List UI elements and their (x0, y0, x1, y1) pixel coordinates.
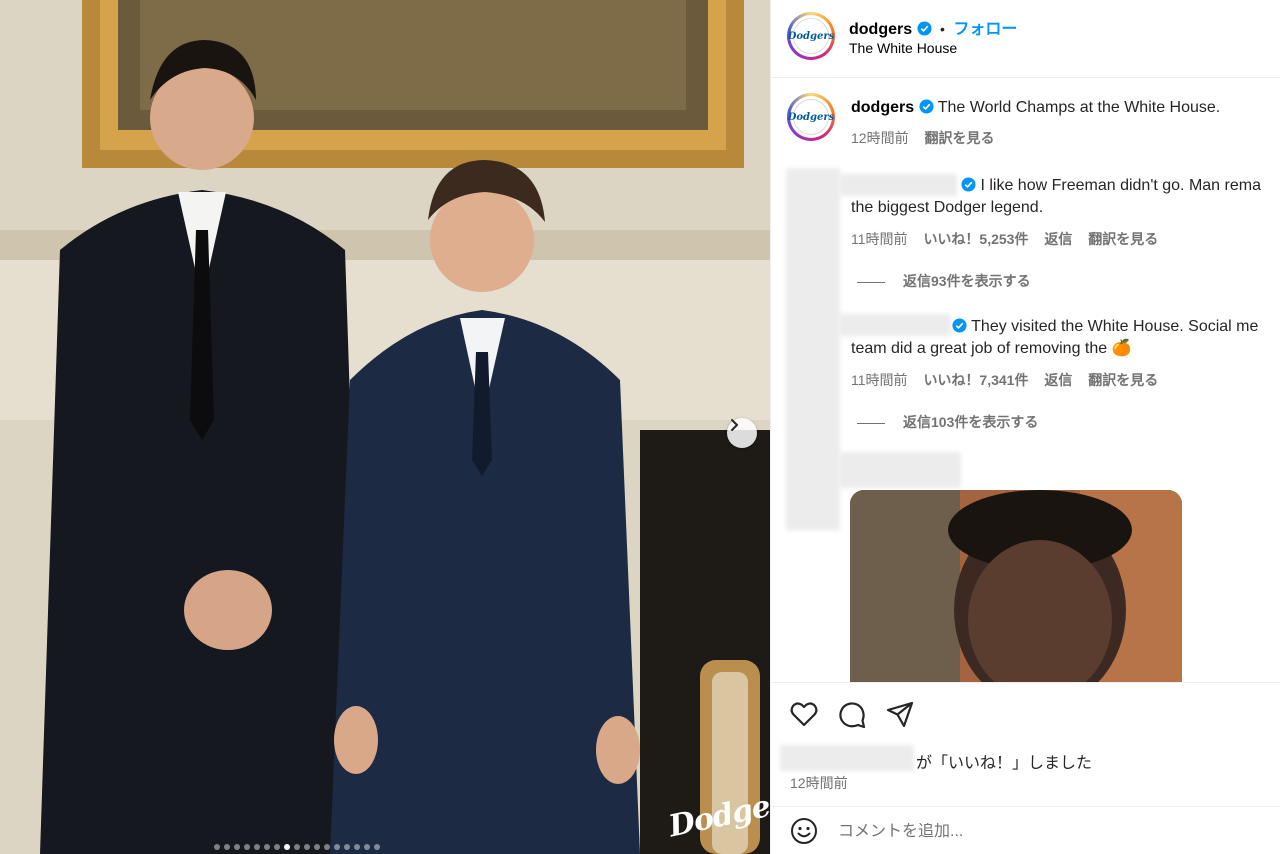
avatar[interactable]: Dodgers (787, 12, 835, 60)
slide-dot (324, 844, 330, 850)
verified-badge-icon (917, 21, 932, 36)
comment-1-likes[interactable]: いいね！5,253件 (923, 231, 1028, 247)
verified-badge-icon (961, 177, 976, 192)
post-photo: Dodgers (0, 0, 770, 854)
blurred-username (839, 452, 961, 488)
slide-dot (284, 844, 290, 850)
comment-2-text: They visited the White House. Social me (971, 318, 1259, 335)
comment-2-line1: They visited the White House. Social me (952, 316, 1258, 338)
slide-dot (264, 844, 270, 850)
slide-dot (304, 844, 310, 850)
caption: dodgers The World Champs at the White Ho… (851, 99, 1220, 117)
comment-1-time: 11時間前 (851, 231, 908, 247)
slide-dot (274, 844, 280, 850)
emoji-icon[interactable] (790, 817, 818, 845)
blurred-liker-name (780, 745, 914, 771)
slide-dot (294, 844, 300, 850)
verified-badge-icon (952, 318, 967, 333)
comment-2-translate-link[interactable]: 翻訳を見る (1088, 372, 1158, 388)
comment-2-likes[interactable]: いいね！7,341件 (923, 372, 1028, 388)
comment-1-view-replies[interactable]: 返信93件を表示する (857, 271, 1031, 291)
post-actions: が「いいね！」しました 12時間前 (770, 682, 1280, 806)
header-username[interactable]: dodgers (849, 21, 912, 38)
comment-1-text: I like how Freeman didn't go. Man rema (980, 177, 1261, 194)
comment-2-reply-button[interactable]: 返信 (1044, 372, 1072, 388)
blurred-avatars (786, 168, 840, 530)
share-icon[interactable] (886, 701, 914, 727)
next-slide-button[interactable] (727, 418, 757, 448)
blurred-username (839, 174, 957, 196)
slide-indicator (214, 844, 380, 850)
comment-icon[interactable] (838, 701, 866, 729)
caption-meta: 12時間前 翻訳を見る (851, 128, 994, 148)
follow-button[interactable]: フォロー (953, 21, 1017, 38)
comment-input[interactable] (838, 823, 1238, 841)
comment-1-translate-link[interactable]: 翻訳を見る (1088, 231, 1158, 247)
comment-bar (770, 806, 1280, 854)
post-header: Dodgers dodgers • フォロー The White House (771, 0, 1280, 78)
comment-1-line1: I like how Freeman didn't go. Man rema (961, 175, 1261, 197)
slide-dot (254, 844, 260, 850)
slide-dot (354, 844, 360, 850)
slide-dot (374, 844, 380, 850)
verified-badge-icon (919, 99, 934, 114)
slide-dot (234, 844, 240, 850)
slide-dot (334, 844, 340, 850)
caption-avatar[interactable]: Dodgers (787, 93, 835, 141)
caption-translate-link[interactable]: 翻訳を見る (924, 130, 994, 146)
photo-illustration (0, 0, 770, 854)
dodgers-logo: Dodgers (788, 18, 834, 54)
slide-dot (364, 844, 370, 850)
comment-2-meta: 11時間前 いいね！7,341件 返信 翻訳を見る (851, 370, 1158, 390)
comment-1-meta: 11時間前 いいね！5,253件 返信 翻訳を見る (851, 229, 1158, 249)
separator-dot: • (940, 21, 945, 37)
gif-illustration (850, 490, 1182, 682)
chevron-right-icon (731, 419, 739, 431)
comment-1-reply-button[interactable]: 返信 (1044, 231, 1072, 247)
caption-username[interactable]: dodgers (851, 99, 914, 116)
comment-1-line2: the biggest Dodger legend. (851, 199, 1044, 216)
comment-2-line2: team did a great job of removing the 🍊 (851, 340, 1132, 357)
slide-dot (244, 844, 250, 850)
dodgers-logo: Dodgers (788, 99, 834, 135)
slide-dot (314, 844, 320, 850)
comment-2-view-replies[interactable]: 返信103件を表示する (857, 412, 1038, 432)
caption-time: 12時間前 (851, 130, 909, 146)
comment-gif-image[interactable] (850, 490, 1182, 682)
location-link[interactable]: The White House (849, 40, 957, 56)
slide-dot (214, 844, 220, 850)
slide-dot (224, 844, 230, 850)
blurred-username (839, 314, 951, 336)
caption-text: The World Champs at the White House. (937, 99, 1221, 116)
heart-icon[interactable] (790, 701, 818, 727)
liked-by-text[interactable]: が「いいね！」しました (916, 749, 1092, 773)
slide-dot (344, 844, 350, 850)
post-time: 12時間前 (790, 775, 848, 791)
comment-2-time: 11時間前 (851, 372, 908, 388)
